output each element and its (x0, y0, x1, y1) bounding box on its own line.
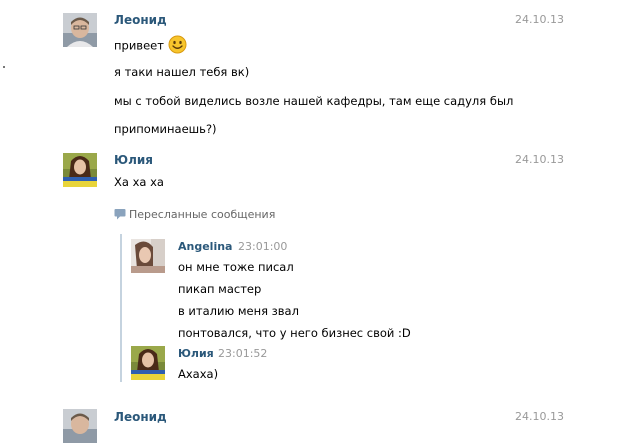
forwarded-line: понтовался, что у него бизнес свой :D (178, 326, 411, 340)
avatar-yulia[interactable] (63, 153, 97, 187)
forwarded-line: Ахаха) (178, 367, 219, 381)
message-date[interactable]: 24.10.13 (515, 13, 564, 26)
avatar-photo-leonid-2 (63, 409, 97, 443)
forwarded-author[interactable]: Angelina (178, 240, 232, 253)
avatar-leonid-2[interactable] (63, 409, 97, 443)
forwarded-messages-label[interactable]: Пересланные сообщения (129, 208, 275, 221)
forwarded-author[interactable]: Юлия (178, 347, 214, 360)
avatar-photo-yulia (63, 153, 97, 187)
avatar-leonid[interactable] (63, 13, 97, 47)
message-line: мы с тобой виделись возле нашей кафедры,… (114, 94, 514, 108)
message-line: припоминаешь?) (114, 122, 217, 136)
forwarded-line: пикап мастер (178, 282, 262, 296)
message-line: привеет (114, 38, 164, 53)
message-text: привеет (114, 35, 187, 57)
forwarded-time: 23:01:52 (218, 347, 268, 360)
forwarded-quote-bar (120, 234, 122, 382)
avatar-photo-yulia-forwarded (131, 346, 165, 380)
message-line: Ха ха ха (114, 175, 164, 189)
smiling-face-emoji-icon (168, 35, 187, 57)
forwarded-line: он мне тоже писал (178, 260, 294, 274)
forwarded-line: в италию меня звал (178, 304, 299, 318)
message-line: я таки нашел тебя вк) (114, 65, 250, 79)
message-date[interactable]: 24.10.13 (515, 153, 564, 166)
speech-bubble-icon (114, 208, 126, 223)
avatar-angelina[interactable] (131, 239, 165, 273)
edge-mark (3, 66, 5, 68)
message-author[interactable]: Леонид (114, 13, 167, 27)
forwarded-time: 23:01:00 (238, 240, 288, 253)
avatar-photo-angelina (131, 239, 165, 273)
message-author[interactable]: Леонид (114, 410, 167, 424)
avatar-yulia-forwarded[interactable] (131, 346, 165, 380)
message-date[interactable]: 24.10.13 (515, 410, 564, 423)
avatar-photo-leonid (63, 13, 97, 47)
message-author[interactable]: Юлия (114, 153, 153, 167)
